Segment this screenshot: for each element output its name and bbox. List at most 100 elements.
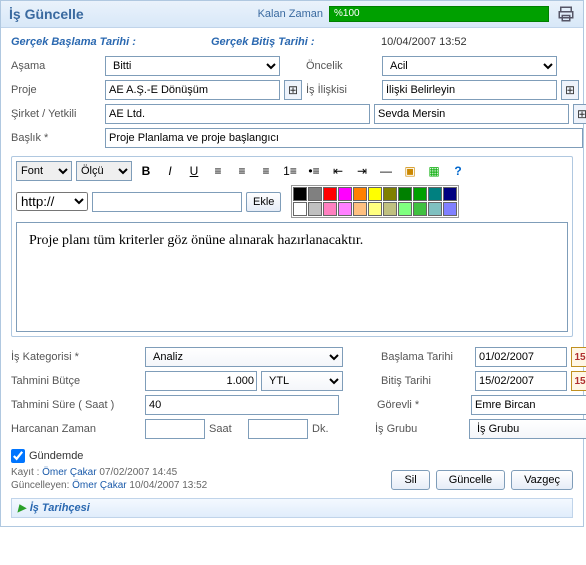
- project-label: Proje: [11, 84, 101, 96]
- real-start-date-label: Gerçek Başlama Tarihi :: [11, 36, 211, 48]
- start-date-input[interactable]: [475, 347, 567, 367]
- indent-button[interactable]: ⇥: [352, 161, 372, 181]
- created-by-link[interactable]: Ömer Çakar: [42, 467, 96, 478]
- agenda-checkbox[interactable]: [11, 449, 25, 463]
- workgroup-label: İş Grubu: [375, 423, 465, 435]
- color-swatch[interactable]: [368, 187, 382, 201]
- color-palette[interactable]: [291, 185, 459, 218]
- align-center-button[interactable]: ≡: [232, 161, 252, 181]
- end-date-input[interactable]: [475, 371, 567, 391]
- updated-by-link[interactable]: Ömer Çakar: [72, 480, 126, 491]
- bold-button[interactable]: B: [136, 161, 156, 181]
- color-swatch[interactable]: [293, 202, 307, 216]
- align-right-button[interactable]: ≡: [256, 161, 276, 181]
- color-swatch[interactable]: [323, 202, 337, 216]
- outdent-button[interactable]: ⇤: [328, 161, 348, 181]
- delete-button[interactable]: Sil: [391, 470, 429, 490]
- print-icon[interactable]: [557, 5, 575, 23]
- color-swatch[interactable]: [353, 202, 367, 216]
- color-swatch[interactable]: [368, 202, 382, 216]
- update-button[interactable]: Güncelle: [436, 470, 505, 490]
- stage-label: Aşama: [11, 60, 101, 72]
- color-swatch[interactable]: [443, 202, 457, 216]
- size-select[interactable]: Ölçü: [76, 161, 132, 181]
- real-end-date-label: Gerçek Bitiş Tarihi :: [211, 36, 381, 48]
- cancel-button[interactable]: Vazgeç: [511, 470, 573, 490]
- project-input[interactable]: [105, 80, 280, 100]
- image-button[interactable]: ▣: [400, 161, 420, 181]
- minutes-unit-label: Dk.: [312, 423, 337, 435]
- agenda-label: Gündemde: [29, 450, 83, 462]
- project-pick-button[interactable]: ⊞: [284, 80, 302, 100]
- page-title: İş Güncelle: [9, 6, 84, 22]
- priority-label: Öncelik: [306, 60, 378, 72]
- color-swatch[interactable]: [323, 187, 337, 201]
- rich-editor: Font Ölçü B I U ≡ ≡ ≡ 1≡ •≡ ⇤ ⇥ — ▣ ▦ ? …: [11, 156, 573, 337]
- workgroup-select[interactable]: İş Grubu: [469, 419, 586, 439]
- underline-button[interactable]: U: [184, 161, 204, 181]
- company-label: Şirket / Yetkili: [11, 108, 101, 120]
- relation-label: İş İlişkisi: [306, 84, 378, 96]
- hours-unit-label: Saat: [209, 423, 244, 435]
- hr-button[interactable]: —: [376, 161, 396, 181]
- color-swatch[interactable]: [428, 187, 442, 201]
- real-end-date-value: 10/04/2007 13:52: [381, 36, 467, 48]
- company-pick-button[interactable]: ⊞: [573, 104, 586, 124]
- spent-hours-input[interactable]: [145, 419, 205, 439]
- dialog-header: İş Güncelle Kalan Zaman %100: [1, 1, 583, 28]
- relation-pick-button[interactable]: ⊞: [561, 80, 579, 100]
- color-swatch[interactable]: [413, 202, 427, 216]
- color-swatch[interactable]: [308, 187, 322, 201]
- expand-icon: ▶: [18, 503, 26, 514]
- remaining-time-label: Kalan Zaman: [258, 8, 323, 20]
- history-title: İş Tarihçesi: [30, 502, 90, 514]
- title-input[interactable]: [105, 128, 583, 148]
- font-select[interactable]: Font: [16, 161, 72, 181]
- color-swatch[interactable]: [293, 187, 307, 201]
- currency-select[interactable]: YTL: [261, 371, 343, 391]
- color-swatch[interactable]: [413, 187, 427, 201]
- budget-input[interactable]: [145, 371, 257, 391]
- align-left-button[interactable]: ≡: [208, 161, 228, 181]
- date-button[interactable]: ▦: [424, 161, 444, 181]
- priority-select[interactable]: Acil: [382, 56, 557, 76]
- add-link-button[interactable]: Ekle: [246, 192, 281, 212]
- color-swatch[interactable]: [428, 202, 442, 216]
- assignee-input[interactable]: [471, 395, 586, 415]
- color-swatch[interactable]: [383, 202, 397, 216]
- url-input[interactable]: [92, 192, 242, 212]
- color-swatch[interactable]: [353, 187, 367, 201]
- relation-input[interactable]: [382, 80, 557, 100]
- color-swatch[interactable]: [398, 202, 412, 216]
- history-section-header[interactable]: ▶ İş Tarihçesi: [11, 498, 573, 518]
- estimated-duration-input[interactable]: [145, 395, 339, 415]
- list-ul-button[interactable]: •≡: [304, 161, 324, 181]
- spent-minutes-input[interactable]: [248, 419, 308, 439]
- italic-button[interactable]: I: [160, 161, 180, 181]
- color-swatch[interactable]: [338, 187, 352, 201]
- estimated-duration-label: Tahmini Süre ( Saat ): [11, 399, 141, 411]
- spent-time-label: Harcanan Zaman: [11, 423, 141, 435]
- contact-input[interactable]: [374, 104, 569, 124]
- company-input[interactable]: [105, 104, 370, 124]
- help-button[interactable]: ?: [448, 161, 468, 181]
- list-ol-button[interactable]: 1≡: [280, 161, 300, 181]
- end-date-label: Bitiş Tarihi: [381, 375, 471, 387]
- budget-label: Tahmini Bütçe: [11, 375, 141, 387]
- stage-select[interactable]: Bitti: [105, 56, 280, 76]
- start-date-label: Başlama Tarihi: [381, 351, 471, 363]
- editor-textarea[interactable]: Proje planı tüm kriterler göz önüne alın…: [16, 222, 568, 332]
- protocol-select[interactable]: http://: [16, 192, 88, 211]
- color-swatch[interactable]: [383, 187, 397, 201]
- category-select[interactable]: Analiz: [145, 347, 343, 367]
- color-swatch[interactable]: [308, 202, 322, 216]
- color-swatch[interactable]: [443, 187, 457, 201]
- assignee-label: Görevli *: [377, 399, 467, 411]
- start-date-picker-button[interactable]: 15: [571, 347, 586, 367]
- color-swatch[interactable]: [398, 187, 412, 201]
- progress-text: %100: [334, 8, 360, 19]
- category-label: İş Kategorisi *: [11, 351, 141, 363]
- color-swatch[interactable]: [338, 202, 352, 216]
- title-label: Başlık *: [11, 132, 101, 144]
- end-date-picker-button[interactable]: 15: [571, 371, 586, 391]
